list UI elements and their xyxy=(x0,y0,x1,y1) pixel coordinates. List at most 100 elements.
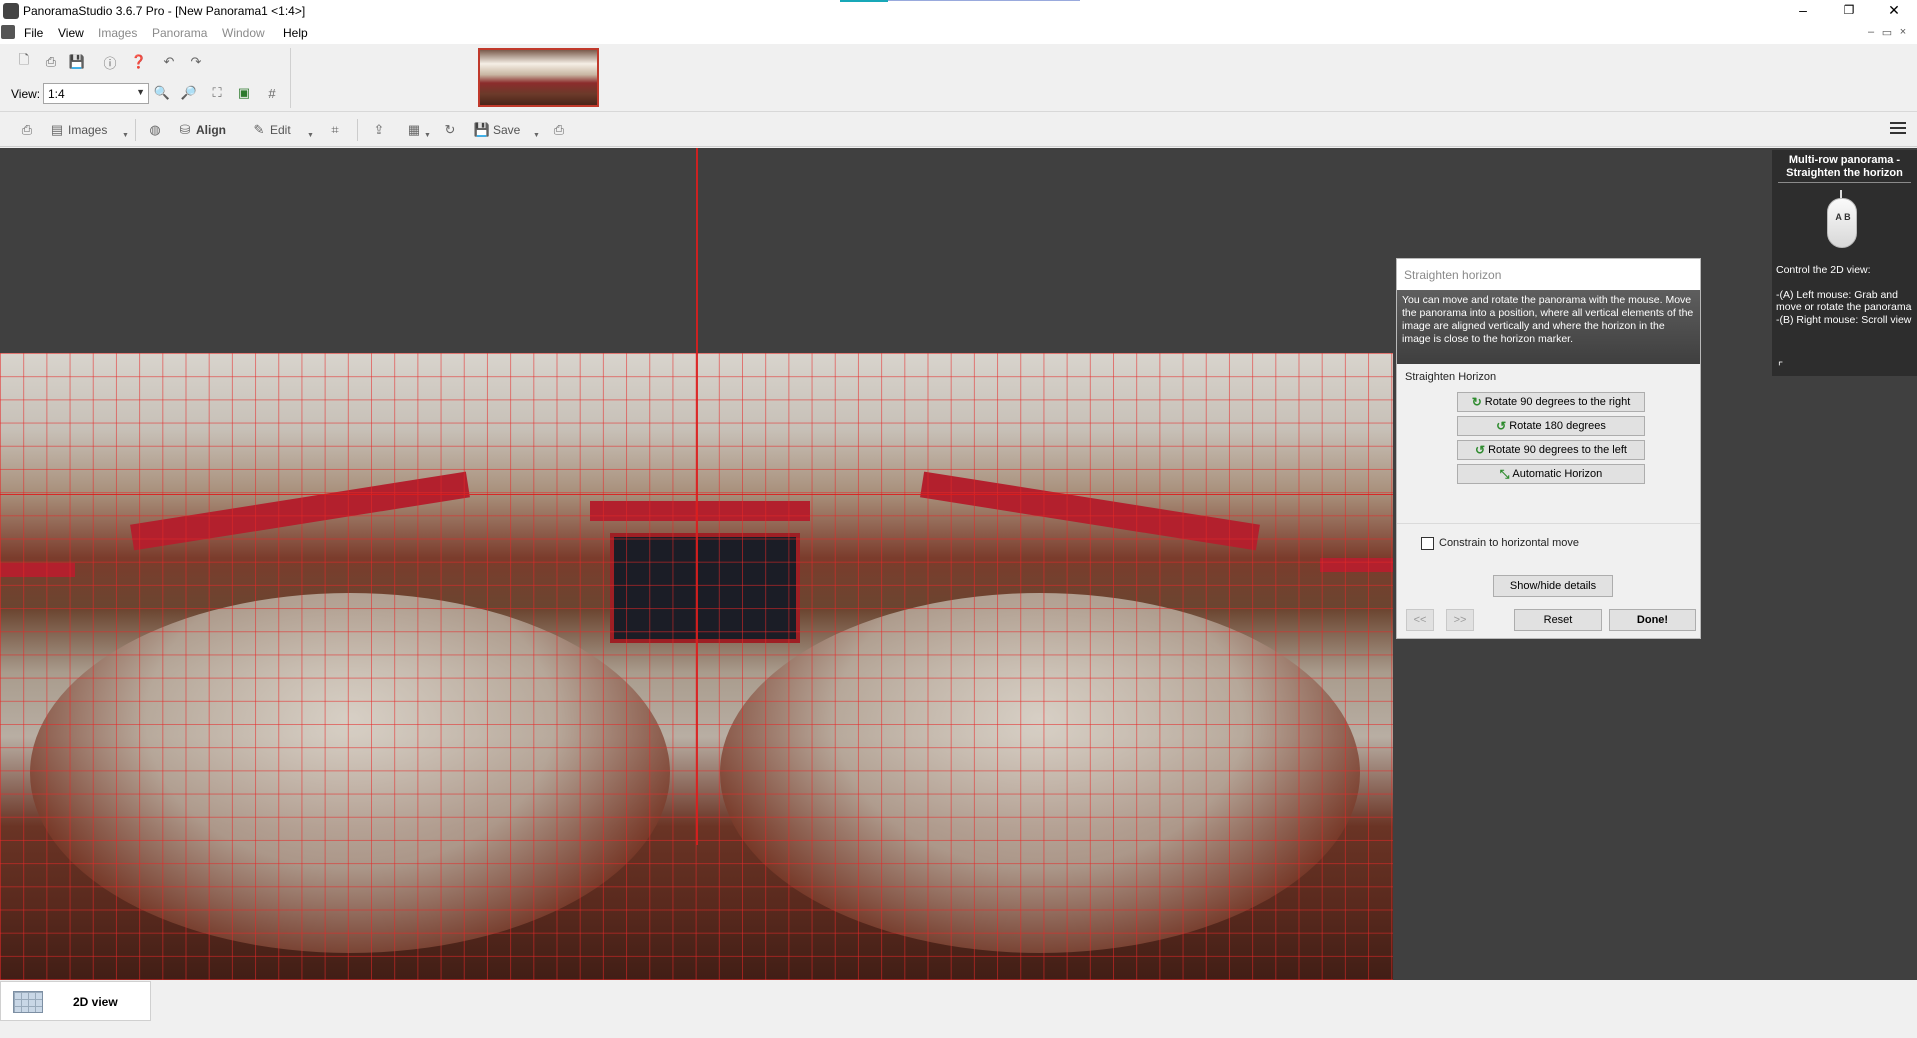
project-icon[interactable]: ⎙ xyxy=(18,121,36,139)
chevron-down-icon: ▼ xyxy=(136,87,145,97)
close-button[interactable]: ✕ xyxy=(1871,0,1917,22)
save-icon[interactable]: 💾 xyxy=(68,53,86,71)
horizon-marker-line xyxy=(0,494,1393,495)
document-icon xyxy=(1,25,15,39)
rotate-180-button[interactable]: ↺ Rotate 180 degrees xyxy=(1457,416,1645,436)
output-dropdown-icon[interactable]: ▼ xyxy=(424,132,431,139)
zoom-out-icon[interactable]: 🔎 xyxy=(180,84,198,102)
help-line: -(B) Right mouse: Scroll view xyxy=(1776,313,1912,326)
menu-bar: File View Images Panorama Window Help – … xyxy=(0,22,1917,44)
grid-toggle-icon[interactable]: # xyxy=(263,84,281,102)
print-panorama-icon[interactable]: ⎙ xyxy=(550,121,568,139)
minimize-button[interactable]: – xyxy=(1780,0,1826,22)
view-label: View: xyxy=(11,87,41,101)
help-line: -(A) Left mouse: Grab and move or rotate… xyxy=(1776,288,1912,314)
next-step-button[interactable]: >> xyxy=(1446,609,1474,631)
automatic-horizon-label: Automatic Horizon xyxy=(1512,468,1603,480)
tab-2d-view[interactable]: 2D view xyxy=(0,981,151,1021)
rotate-right-icon: ↻ xyxy=(1471,395,1482,409)
mouse-button-letters: A B xyxy=(1835,212,1851,222)
mdi-close-button[interactable]: × xyxy=(1896,26,1910,38)
menu-file[interactable]: File xyxy=(24,26,43,40)
automatic-horizon-button[interactable]: ⤡ Automatic Horizon xyxy=(1457,464,1645,484)
help-line: Control the 2D view: xyxy=(1776,264,1871,276)
dialog-description: You can move and rotate the panorama wit… xyxy=(1397,290,1700,364)
menu-images[interactable]: Images xyxy=(98,26,137,40)
straighten-horizon-dialog: Straighten horizon You can move and rota… xyxy=(1396,258,1701,639)
help-title-underline xyxy=(1778,182,1911,183)
images-icon[interactable]: ▤ xyxy=(48,121,66,139)
info-icon[interactable]: ⓘ xyxy=(101,53,119,71)
vertical-marker-line xyxy=(696,148,698,845)
mdi-restore-button[interactable]: ▭ xyxy=(1880,26,1894,39)
image-view-icon[interactable]: ▣ xyxy=(235,84,253,102)
rotate-left-label: Rotate 90 degrees to the left xyxy=(1488,444,1627,456)
toolbar-separator xyxy=(357,119,358,141)
menu-panorama[interactable]: Panorama xyxy=(152,26,207,40)
align-icon[interactable]: ⛁ xyxy=(176,121,194,139)
align-button-label[interactable]: Align xyxy=(196,123,226,137)
constrain-horizontal-checkbox[interactable] xyxy=(1421,537,1434,550)
save-dropdown-icon[interactable]: ▼ xyxy=(533,132,540,139)
crop-icon[interactable]: ⌗ xyxy=(326,121,344,139)
edit-button-label[interactable]: Edit xyxy=(270,123,291,137)
constrain-horizontal-label[interactable]: Constrain to horizontal move xyxy=(1439,537,1579,549)
redo-icon[interactable]: ↷ xyxy=(187,53,205,71)
expand-help-icon[interactable]: ⌜ xyxy=(1778,360,1783,373)
help-icon[interactable]: ❓ xyxy=(130,53,148,71)
undo-icon[interactable]: ↶ xyxy=(160,53,178,71)
help-body: Control the 2D view: -(A) Left mouse: Gr… xyxy=(1776,264,1916,326)
rotate-left-icon: ↺ xyxy=(1475,443,1486,457)
toolbar-separator xyxy=(290,48,291,108)
edit-icon[interactable]: ✎ xyxy=(250,121,268,139)
help-title: Multi-row panorama - Straighten the hori… xyxy=(1786,154,1903,179)
main-toolbar xyxy=(0,44,1917,112)
hamburger-menu-icon[interactable] xyxy=(1890,122,1908,136)
maximize-button[interactable]: ❐ xyxy=(1826,0,1872,22)
zoom-value: 1:4 xyxy=(48,87,65,101)
tab-2d-view-label: 2D view xyxy=(73,995,118,1009)
menu-window[interactable]: Window xyxy=(222,26,265,40)
images-button-label[interactable]: Images xyxy=(68,123,107,137)
rotate-180-label: Rotate 180 degrees xyxy=(1509,420,1606,432)
done-button[interactable]: Done! xyxy=(1609,609,1696,631)
previous-step-button[interactable]: << xyxy=(1406,609,1434,631)
menu-help[interactable]: Help xyxy=(283,26,308,40)
zoom-in-icon[interactable]: 🔍 xyxy=(153,84,171,102)
automatic-horizon-icon: ⤡ xyxy=(1499,466,1510,481)
mdi-minimize-button[interactable]: – xyxy=(1864,26,1878,38)
window-title: PanoramaStudio 3.6.7 Pro - [New Panorama… xyxy=(23,4,306,18)
edit-dropdown-icon[interactable]: ▼ xyxy=(307,132,314,139)
rotate-right-label: Rotate 90 degrees to the right xyxy=(1484,396,1631,408)
title-bar: PanoramaStudio 3.6.7 Pro - [New Panorama… xyxy=(0,0,1917,22)
mouse-icon: A B xyxy=(1827,198,1857,248)
dialog-divider xyxy=(1397,523,1700,524)
help-panel: Multi-row panorama - Straighten the hori… xyxy=(1772,150,1917,376)
grid-view-icon xyxy=(13,991,43,1013)
images-dropdown-icon[interactable]: ▼ xyxy=(122,132,129,139)
view-tab-bar xyxy=(0,980,1917,1038)
rotate-180-icon: ↺ xyxy=(1496,419,1507,433)
menu-view[interactable]: View xyxy=(58,26,84,40)
rotate-right-button[interactable]: ↻ Rotate 90 degrees to the right xyxy=(1457,392,1645,412)
reset-button[interactable]: Reset xyxy=(1514,609,1602,631)
save-button-label[interactable]: Save xyxy=(493,123,520,137)
sphere-icon[interactable]: ◍ xyxy=(146,121,164,139)
save-panorama-icon[interactable]: 💾 xyxy=(473,121,491,139)
output-icon[interactable]: ▦ xyxy=(405,121,423,139)
dialog-group-label: Straighten Horizon xyxy=(1405,371,1497,383)
workflow-toolbar: ⎙ ▤ Images ▼ ◍ ⛁ Align ✎ Edit ▼ ⌗ ⇪ ▦ ▼ … xyxy=(0,113,1917,147)
dialog-title: Straighten horizon xyxy=(1397,259,1700,290)
refresh-icon[interactable]: ↻ xyxy=(441,121,459,139)
export-icon[interactable]: ⇪ xyxy=(370,121,388,139)
zoom-select[interactable]: 1:4 ▼ xyxy=(43,83,149,104)
zoom-fit-icon[interactable]: ⛶ xyxy=(208,84,226,102)
rotate-left-button[interactable]: ↺ Rotate 90 degrees to the left xyxy=(1457,440,1645,460)
panorama-thumbnail[interactable] xyxy=(478,48,599,107)
new-file-icon[interactable]: 🗋 xyxy=(15,52,33,71)
print-icon[interactable]: ⎙ xyxy=(42,53,60,71)
title-accent-highlight xyxy=(840,0,888,2)
toolbar-separator xyxy=(135,119,136,141)
show-hide-details-button[interactable]: Show/hide details xyxy=(1493,575,1613,597)
app-icon xyxy=(3,3,19,19)
